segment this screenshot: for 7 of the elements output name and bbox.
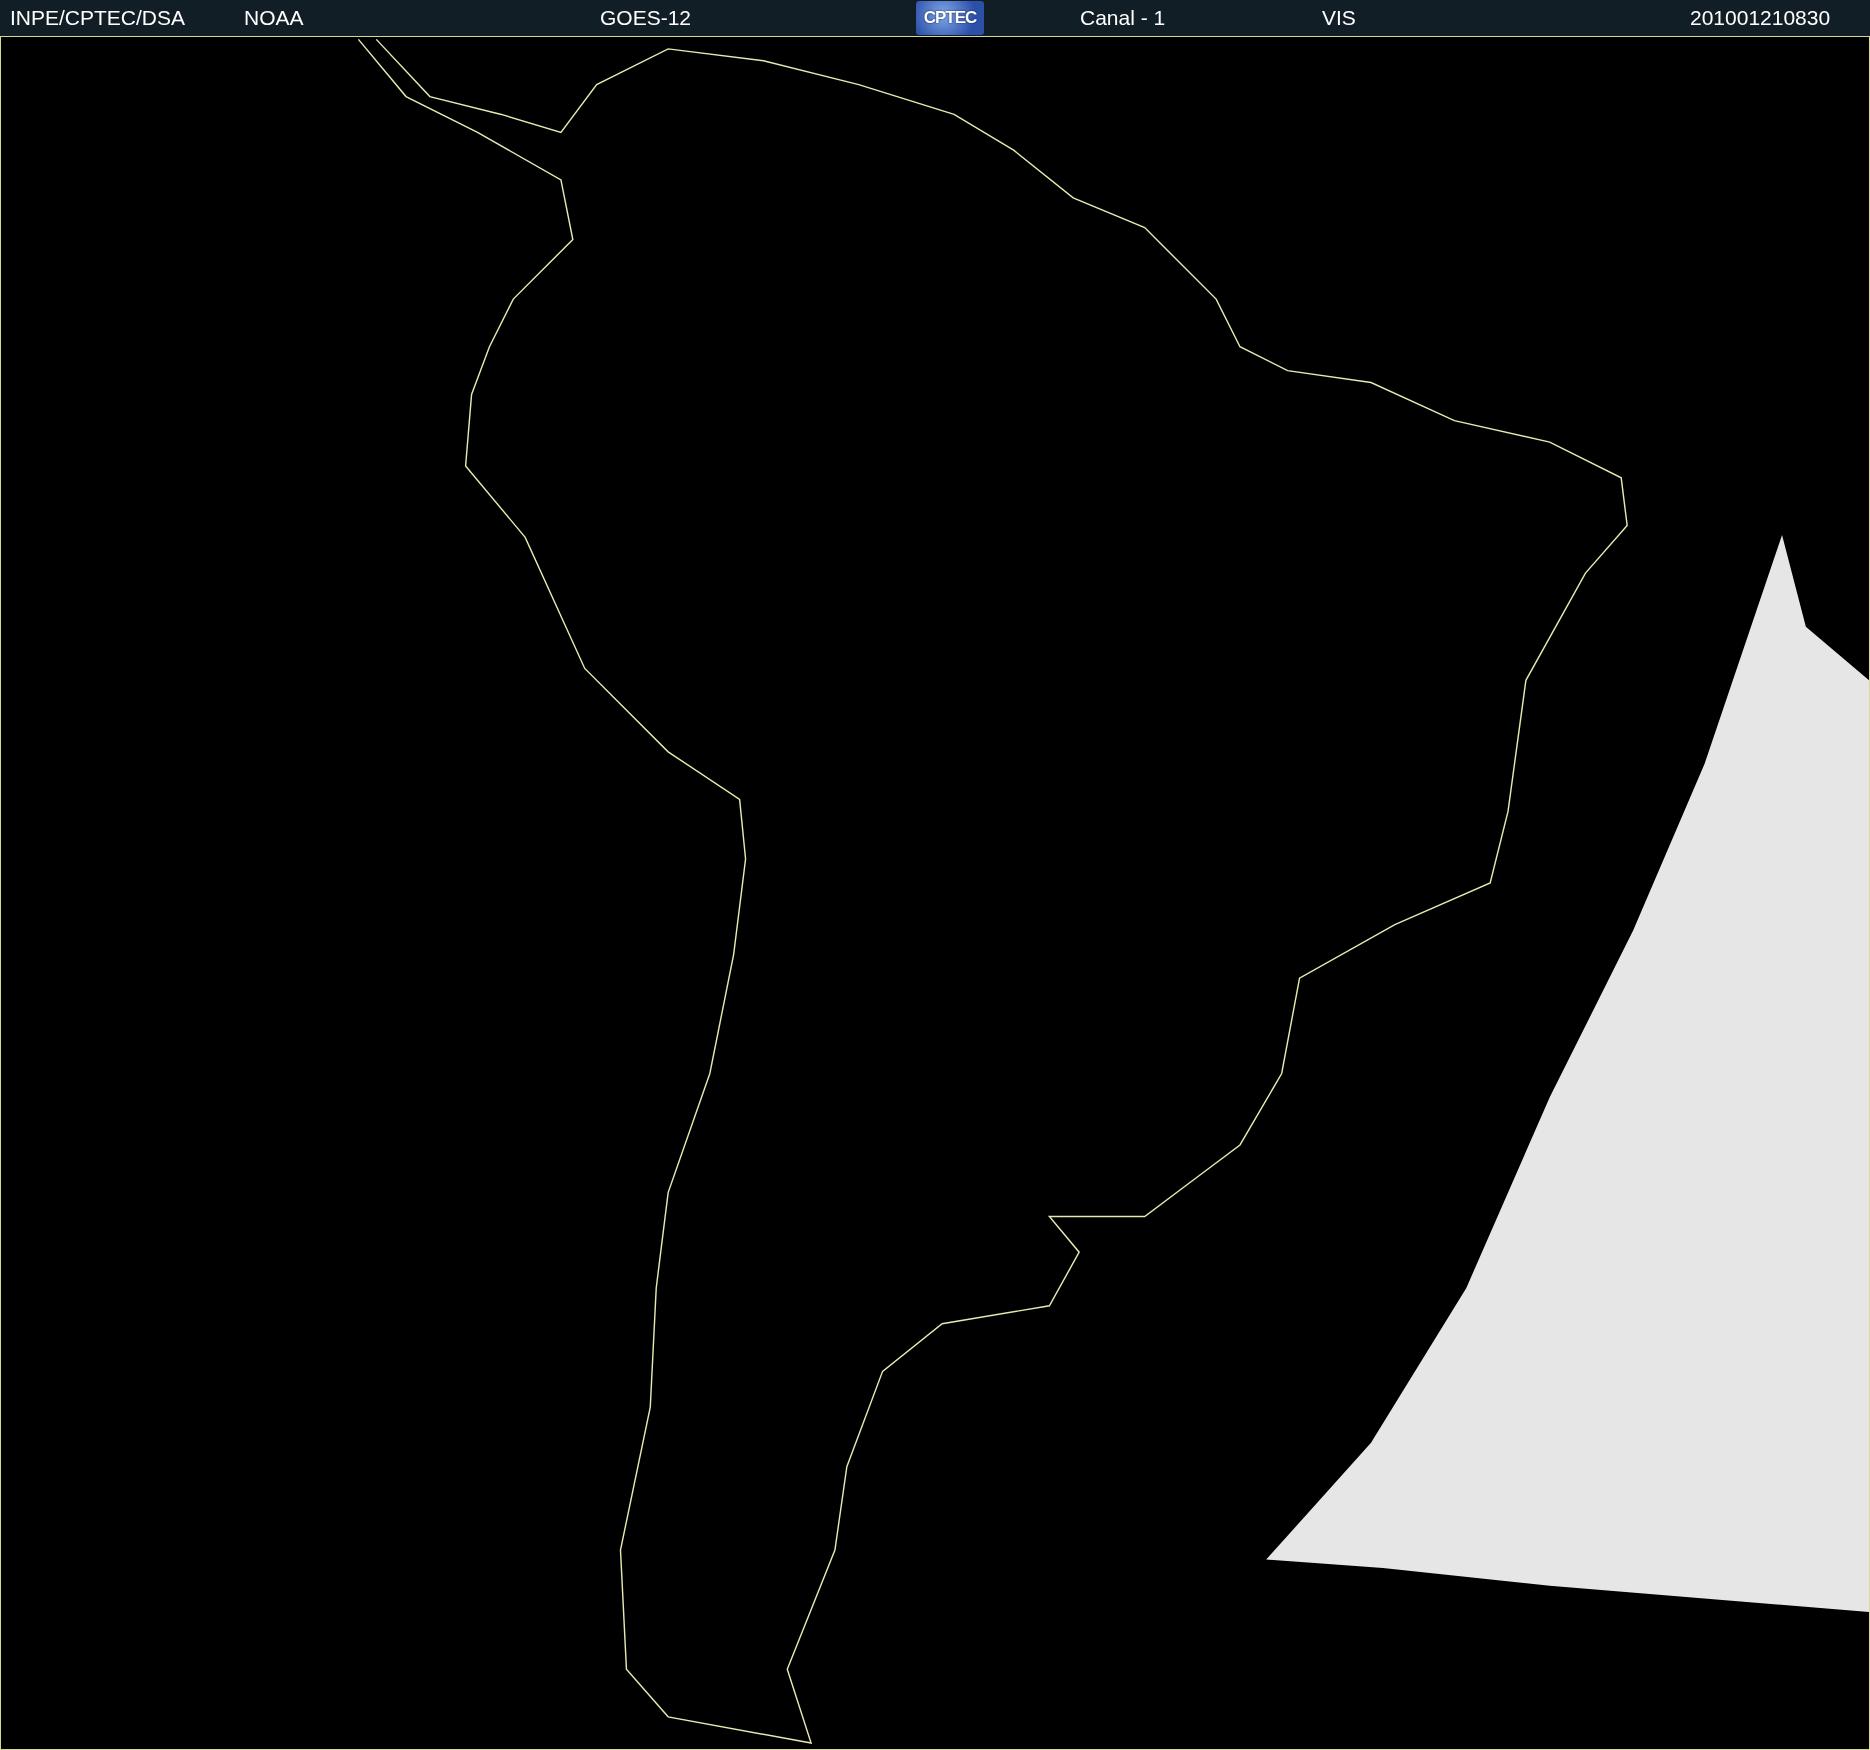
- channel-label: Canal - 1: [1080, 6, 1166, 30]
- satellite-label: GOES-12: [600, 6, 692, 30]
- source-label: NOAA: [244, 6, 304, 30]
- band-label: VIS: [1322, 6, 1356, 30]
- agency-label: INPE/CPTEC/DSA: [10, 6, 186, 30]
- timestamp-label: 201001210830: [1690, 6, 1831, 30]
- logo: CPTEC: [916, 1, 984, 35]
